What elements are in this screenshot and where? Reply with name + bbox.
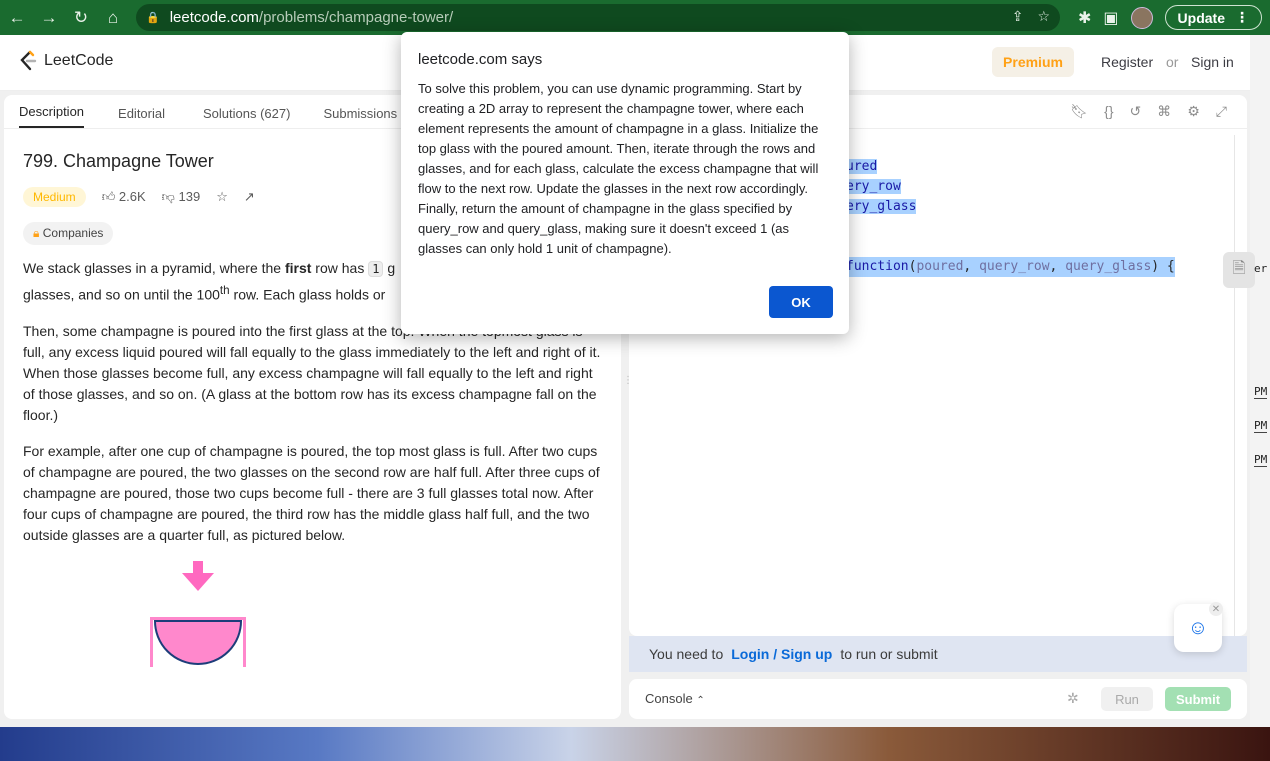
p1-text-e: row. Each glass holds or [229, 286, 386, 303]
braces-icon[interactable]: {} [1104, 103, 1113, 120]
tab-description[interactable]: Description [19, 104, 85, 128]
settings-gear-icon[interactable]: ⚙ [1187, 103, 1200, 120]
champagne-tower-illustration [150, 561, 246, 667]
register-link[interactable]: Register [1101, 54, 1153, 70]
or-text: or [1166, 54, 1179, 70]
code-line-3: ery_glass [846, 199, 917, 214]
tab-solutions[interactable]: Solutions (627) [203, 106, 309, 128]
reset-icon[interactable]: ↺ [1130, 103, 1142, 120]
dislike-button[interactable]: 👎︎ 139 [162, 189, 201, 205]
run-button[interactable]: Run [1101, 687, 1153, 711]
p1-text-a: We stack glasses in a pyramid, where the [23, 260, 285, 276]
like-count: 2.6K [118, 189, 146, 204]
chat-close-icon[interactable]: ✕ [1209, 602, 1223, 616]
lock-icon: 🔒 [146, 12, 160, 24]
submit-button[interactable]: Submit [1165, 687, 1231, 711]
browser-nav: ← → ↻ ⌂ [0, 8, 130, 28]
pour-arrow-icon [182, 561, 214, 591]
bookmark-star-icon[interactable]: ☆ [1037, 8, 1050, 25]
problem-meta: Medium 👍︎ 2.6K 👎︎ 139 ☆ ↗ [23, 187, 255, 207]
leetcode-logo-icon [20, 50, 37, 71]
companies-tag[interactable]: 🔒︎ Companies [23, 222, 114, 245]
side-panel-icon[interactable]: ▣ [1103, 8, 1118, 28]
p1-text-d: glasses, and so on until the 100 [23, 286, 220, 303]
glass-top [150, 617, 246, 667]
editor-bottom-bar: Console ⌃ ✲ Run Submit [629, 679, 1247, 719]
code-line-1: ured [846, 159, 878, 174]
code-line-2: ery_row [846, 179, 901, 194]
debug-bug-icon[interactable]: ✲ [1067, 690, 1079, 707]
url-path: /problems/champagne-tower/ [258, 9, 454, 26]
p1-text-b: row has [311, 260, 369, 276]
fn-arg-query-glass: query_glass [1065, 259, 1152, 274]
side-pm-2: PM [1254, 419, 1268, 433]
ok-button[interactable]: OK [769, 286, 833, 318]
update-label: Update [1177, 9, 1225, 26]
companies-label: Companies [42, 226, 104, 240]
thumbs-up-icon: 👍︎ [101, 189, 116, 204]
star-icon[interactable]: ☆ [216, 189, 228, 205]
desktop-background [0, 727, 1270, 761]
login-prompt-bar: You need to Login / Sign up to run or su… [629, 636, 1247, 672]
profile-avatar[interactable] [1130, 6, 1153, 29]
dislike-count: 139 [178, 189, 201, 204]
forward-arrow-icon[interactable]: → [40, 8, 58, 28]
side-pm-1: PM [1254, 385, 1268, 399]
description-paragraph-3: For example, after one cup of champagne … [23, 442, 600, 543]
dialog-title: leetcode.com says [418, 51, 543, 68]
login-signup-link[interactable]: Login / Sign up [731, 646, 832, 662]
problem-title: 799. Champagne Tower [23, 151, 214, 171]
shortcut-icon[interactable]: ⌘ [1157, 103, 1171, 120]
alert-dialog: leetcode.com says To solve this problem,… [401, 32, 849, 334]
fn-sep-2: , [1049, 259, 1066, 274]
premium-button[interactable]: Premium [992, 47, 1074, 77]
login-suffix: to run or submit [840, 646, 938, 662]
sign-in-link[interactable]: Sign in [1191, 54, 1234, 70]
description-paragraph-2: Then, some champagne is poured into the … [23, 322, 601, 423]
fn-arg-poured: poured [916, 259, 964, 274]
side-pm-3: PM [1254, 453, 1268, 467]
bookmark-icon[interactable]: 🔖︎ [1070, 103, 1088, 120]
address-bar[interactable]: 🔒 leetcode.com/problems/champagne-tower/… [136, 4, 1060, 31]
fn-close: ) { [1151, 259, 1175, 274]
smile-chat-icon: ☺ [1187, 616, 1209, 639]
extensions-puzzle-icon[interactable]: ✱ [1078, 8, 1091, 28]
editor-scrollbar[interactable] [1234, 135, 1235, 636]
update-button[interactable]: Update ⋮ [1164, 5, 1262, 30]
home-icon[interactable]: ⌂ [104, 8, 122, 28]
login-prefix: You need to [649, 646, 724, 662]
background-window-strip [1250, 35, 1270, 727]
thumbs-down-icon: 👎︎ [161, 189, 175, 204]
console-label: Console [645, 691, 693, 706]
dialog-message: To solve this problem, you can use dynam… [418, 81, 819, 256]
back-arrow-icon[interactable]: ← [8, 8, 26, 28]
fn-keyword: function [846, 259, 909, 274]
fn-arg-query-row: query_row [979, 259, 1050, 274]
logo-text: LeetCode [44, 52, 114, 69]
share-icon[interactable]: ↗ [244, 189, 255, 205]
like-button[interactable]: 👍︎ 2.6K [102, 189, 146, 205]
p1-inline-code: 1 [368, 261, 384, 277]
url-host: leetcode.com [169, 9, 259, 26]
logo[interactable]: LeetCode [18, 50, 113, 72]
reload-icon[interactable]: ↻ [72, 8, 90, 28]
side-partial-text: er [1254, 262, 1268, 275]
file-icon[interactable]: 🗎︎ [1223, 252, 1255, 288]
browser-toolbar: ← → ↻ ⌂ 🔒 leetcode.com/problems/champagn… [0, 0, 1270, 35]
lock-icon: 🔒︎ [33, 226, 40, 240]
chevron-up-icon: ⌃ [696, 695, 705, 706]
tab-editorial[interactable]: Editorial [118, 106, 184, 128]
share-icon[interactable]: ⇪ [1012, 8, 1024, 25]
p1-text-c: g [383, 260, 396, 276]
kebab-menu-icon: ⋮ [1235, 9, 1249, 25]
p1-sup: th [219, 284, 230, 297]
p1-bold: first [284, 260, 312, 276]
fn-sep-1: , [963, 259, 980, 274]
code-line-function: function(poured, query_row, query_glass)… [846, 257, 1175, 277]
console-toggle-button[interactable]: Console ⌃ [645, 691, 705, 706]
fullscreen-icon[interactable]: ⤢ [1216, 103, 1227, 120]
difficulty-badge: Medium [23, 187, 86, 207]
